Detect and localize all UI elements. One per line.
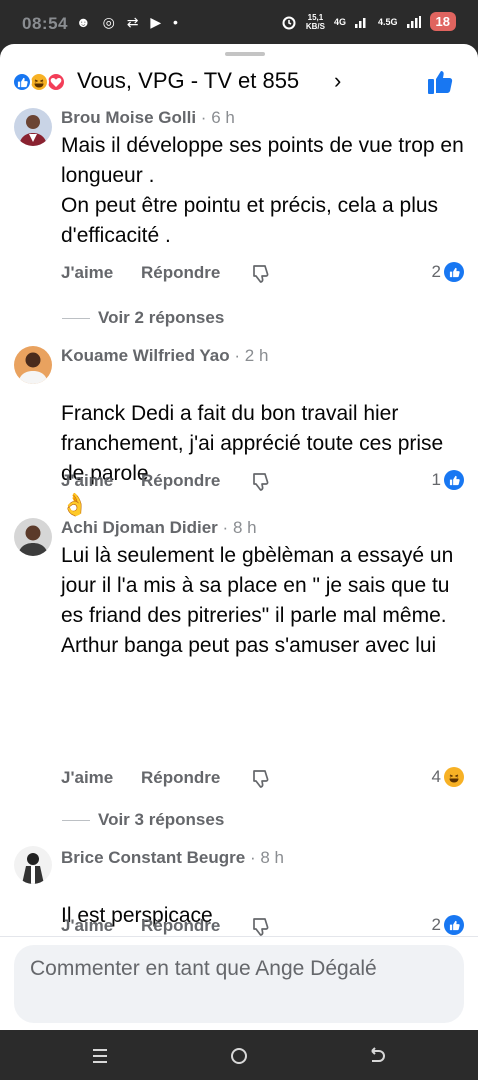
- haha-icon: [29, 72, 49, 92]
- thumbs-up-icon[interactable]: [426, 68, 454, 96]
- recent-apps-icon[interactable]: [88, 1044, 112, 1068]
- reactors-title[interactable]: Vous, VPG - TV et 855: [77, 68, 299, 94]
- like-icon: [12, 72, 32, 92]
- separator-dot: ·: [222, 518, 229, 537]
- net-speed-value: 15,1: [307, 12, 324, 22]
- comment-meta: Brice Constant Beugre · 8 h: [61, 848, 284, 868]
- comment-meta: Achi Djoman Didier · 8 h: [61, 518, 257, 538]
- reaction-count[interactable]: 2: [432, 914, 464, 936]
- dislike-icon[interactable]: [251, 263, 271, 283]
- comment-meta: Kouame Wilfried Yao · 2 h: [61, 346, 268, 366]
- reaction-count[interactable]: 4: [432, 766, 464, 788]
- reactions-header[interactable]: Vous, VPG - TV et 855 ›: [0, 62, 478, 100]
- home-icon[interactable]: [227, 1044, 251, 1068]
- haha-icon: [444, 767, 464, 787]
- back-icon[interactable]: [364, 1044, 388, 1068]
- like-button[interactable]: J'aime: [61, 471, 113, 491]
- reply-line: [62, 820, 90, 821]
- reply-button[interactable]: Répondre: [141, 471, 220, 491]
- dislike-icon[interactable]: [251, 916, 271, 936]
- comment-time: 8 h: [260, 848, 284, 867]
- comment-author[interactable]: Brice Constant Beugre: [61, 848, 245, 867]
- alarm-icon: [282, 16, 296, 29]
- reply-button[interactable]: Répondre: [141, 263, 220, 283]
- reaction-count-value: 4: [431, 767, 441, 786]
- avatar[interactable]: [14, 518, 52, 556]
- view-replies-label[interactable]: Voir 3 réponses: [98, 810, 224, 830]
- reaction-count-value: 1: [431, 470, 441, 489]
- comment-input[interactable]: Commenter en tant que Ange Dégalé: [14, 945, 464, 1023]
- reaction-count-value: 2: [431, 915, 441, 934]
- like-button[interactable]: J'aime: [61, 916, 113, 936]
- love-icon: [46, 72, 66, 92]
- signal-icon: [355, 17, 366, 28]
- dislike-icon[interactable]: [251, 471, 271, 491]
- status-time: 08:54: [22, 14, 68, 33]
- battery-indicator: 18: [429, 12, 456, 31]
- separator-dot: ·: [249, 848, 256, 867]
- like-button[interactable]: J'aime: [61, 263, 113, 283]
- notification-icons: ☻ ◎ ⇄ ▶ •: [76, 14, 182, 30]
- comment-composer-bar: Commenter en tant que Ange Dégalé: [0, 936, 478, 1030]
- comment-time: 2 h: [244, 346, 269, 365]
- comment-author[interactable]: Kouame Wilfried Yao: [61, 346, 230, 365]
- reply-button[interactable]: Répondre: [141, 768, 220, 788]
- status-bar: 08:54 ☻ ◎ ⇄ ▶ • 15,1 KB/S 4G 4.5G 18: [0, 0, 478, 44]
- comment-time: 8 h: [232, 518, 257, 537]
- signal-icon-2: [406, 15, 421, 28]
- comment-body: Franck Dedi a fait du bon travail hier f…: [61, 369, 466, 520]
- reaction-count[interactable]: 2: [432, 261, 464, 283]
- net-speed-unit: KB/S: [305, 21, 325, 31]
- reply-button[interactable]: Répondre: [141, 916, 220, 936]
- dislike-icon[interactable]: [251, 768, 271, 788]
- chevron-right-icon[interactable]: ›: [334, 68, 341, 94]
- view-replies-label[interactable]: Voir 2 réponses: [98, 308, 224, 328]
- comment-text: Mais il développe ses points de vue trop…: [61, 134, 464, 247]
- like-icon: [444, 470, 464, 490]
- like-icon: [444, 262, 464, 282]
- comment-meta: Brou Moise Golli · 6 h: [61, 108, 235, 128]
- separator-dot: ·: [234, 346, 241, 365]
- reaction-summary: [12, 70, 78, 94]
- ok-hand-emoji: 👌: [61, 492, 89, 517]
- status-icons: 15,1 KB/S 4G 4.5G 18: [281, 12, 456, 31]
- separator-dot: ·: [200, 108, 207, 127]
- reaction-count-value: 2: [431, 262, 441, 281]
- system-nav-bar: [0, 1030, 478, 1080]
- reply-line: [62, 318, 90, 319]
- comment-time: 6 h: [211, 108, 235, 127]
- comment-author[interactable]: Achi Djoman Didier: [61, 518, 218, 537]
- comment-text: Lui là seulement le gbèlèman a essayé un…: [61, 544, 454, 657]
- comment-author[interactable]: Brou Moise Golli: [61, 108, 196, 127]
- reaction-count[interactable]: 1: [432, 469, 464, 491]
- avatar[interactable]: [14, 346, 52, 384]
- network-1: 4G: [334, 16, 347, 27]
- avatar[interactable]: [14, 108, 52, 146]
- like-icon: [444, 915, 464, 935]
- drag-handle[interactable]: [225, 52, 265, 56]
- network-2: 4.5G: [378, 16, 398, 27]
- avatar[interactable]: [14, 846, 52, 884]
- comments-sheet: Vous, VPG - TV et 855 › Brou Moise Golli…: [0, 44, 478, 1030]
- like-button[interactable]: J'aime: [61, 768, 113, 788]
- net-speed: 15,1 KB/S: [306, 13, 325, 31]
